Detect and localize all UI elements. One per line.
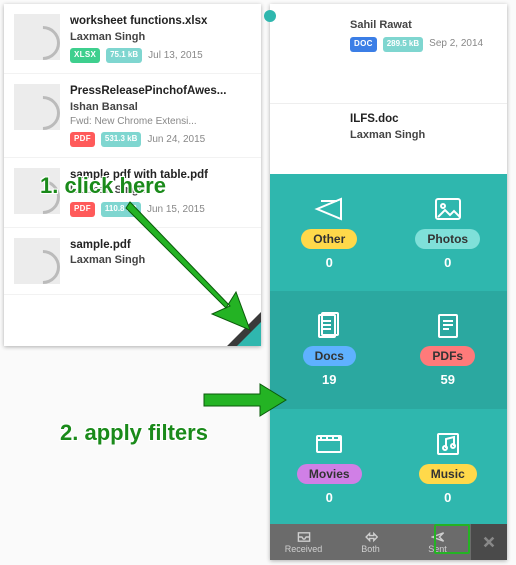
file-row[interactable]: sample pdf with table.pdf Laxman Singh P… <box>4 158 261 228</box>
file-size-badge: 531.3 kB <box>101 132 141 147</box>
file-ext-badge: XLSX <box>70 48 100 63</box>
bottom-bar: Received Both Sent <box>270 524 507 560</box>
filter-label: Music <box>419 464 477 484</box>
file-size-badge: 110.8 kB <box>101 202 141 217</box>
docs-icon <box>313 312 345 340</box>
file-subject: Fwd: New Chrome Extensi... <box>70 115 226 129</box>
filter-count: 0 <box>326 255 333 270</box>
filter-photos[interactable]: Photos 0 <box>389 174 508 291</box>
sent-button[interactable]: Sent <box>404 524 471 560</box>
file-size-badge: 289.5 kB <box>383 37 423 52</box>
filter-docs[interactable]: Docs 19 <box>270 291 389 408</box>
filter-movies[interactable]: Movies 0 <box>270 409 389 526</box>
both-label: Both <box>361 544 380 554</box>
other-icon <box>313 195 345 223</box>
filter-label: Photos <box>415 229 480 249</box>
file-user: Laxman Singh <box>70 253 145 268</box>
pdfs-icon <box>432 312 464 340</box>
both-button[interactable]: Both <box>337 524 404 560</box>
file-thumb-icon <box>14 238 60 284</box>
file-date: Jun 24, 2015 <box>147 133 205 147</box>
file-user: Laxman Singh <box>350 128 497 143</box>
filter-pdfs[interactable]: PDFs 59 <box>389 291 508 408</box>
photos-icon <box>432 195 464 223</box>
file-row[interactable]: worksheet functions.xlsx Laxman Singh XL… <box>4 4 261 74</box>
send-icon <box>431 531 445 543</box>
file-thumb-icon <box>14 14 60 60</box>
panel-handle-dot[interactable] <box>264 10 276 22</box>
file-user: Ishan Bansal <box>70 100 226 115</box>
filter-label: Docs <box>303 346 356 366</box>
music-icon <box>432 430 464 458</box>
right-file-header: Sahil Rawat DOC 289.5 kB Sep 2, 2014 <box>270 4 507 104</box>
file-name: sample.pdf <box>70 238 145 254</box>
file-date: Jul 13, 2015 <box>148 49 203 63</box>
file-thumb-icon <box>14 168 60 214</box>
file-row[interactable]: sample.pdf Laxman Singh <box>4 228 261 295</box>
filter-count: 19 <box>322 372 336 387</box>
received-button[interactable]: Received <box>270 524 337 560</box>
sent-label: Sent <box>428 544 447 554</box>
filter-count: 0 <box>326 490 333 505</box>
filter-other[interactable]: Other 0 <box>270 174 389 291</box>
close-icon <box>482 535 496 549</box>
file-user: Laxman Singh <box>70 30 207 45</box>
filter-corner-trigger[interactable] <box>213 298 261 346</box>
inbox-icon <box>297 531 311 543</box>
right-panel: Sahil Rawat DOC 289.5 kB Sep 2, 2014 ILF… <box>270 4 507 560</box>
file-date: Jun 15, 2015 <box>147 203 205 217</box>
file-date: Sep 2, 2014 <box>429 37 483 51</box>
filter-label: Movies <box>297 464 362 484</box>
file-row[interactable]: PressReleasePinchofAwes... Ishan Bansal … <box>4 74 261 158</box>
filter-label: PDFs <box>420 346 475 366</box>
filter-count: 0 <box>444 255 451 270</box>
file-name: sample pdf with table.pdf <box>70 168 208 184</box>
file-user: Sahil Rawat <box>350 18 497 33</box>
right-file-row[interactable]: ILFS.doc Laxman Singh <box>270 104 507 164</box>
file-ext-badge: PDF <box>70 202 95 217</box>
movies-icon <box>313 430 345 458</box>
left-panel: worksheet functions.xlsx Laxman Singh XL… <box>4 4 261 346</box>
file-name: worksheet functions.xlsx <box>70 14 207 30</box>
filter-music[interactable]: Music 0 <box>389 409 508 526</box>
filter-count: 0 <box>444 490 451 505</box>
file-size-badge: 75.1 kB <box>106 48 142 63</box>
file-name: PressReleasePinchofAwes... <box>70 84 226 100</box>
file-user: Laxman Singh <box>70 183 208 198</box>
file-ext-badge: PDF <box>70 132 95 147</box>
received-label: Received <box>285 544 323 554</box>
file-ext-badge: DOC <box>350 37 377 52</box>
both-icon <box>364 531 378 543</box>
filter-label: Other <box>301 229 357 249</box>
filter-count: 59 <box>441 372 455 387</box>
annotation-2: 2. apply filters <box>60 420 208 446</box>
file-thumb-icon <box>14 84 60 130</box>
file-name: ILFS.doc <box>350 112 497 128</box>
filter-grid: Other 0 Photos 0 Docs 19 PDFs 59 Movies … <box>270 174 507 526</box>
close-button[interactable] <box>471 524 507 560</box>
